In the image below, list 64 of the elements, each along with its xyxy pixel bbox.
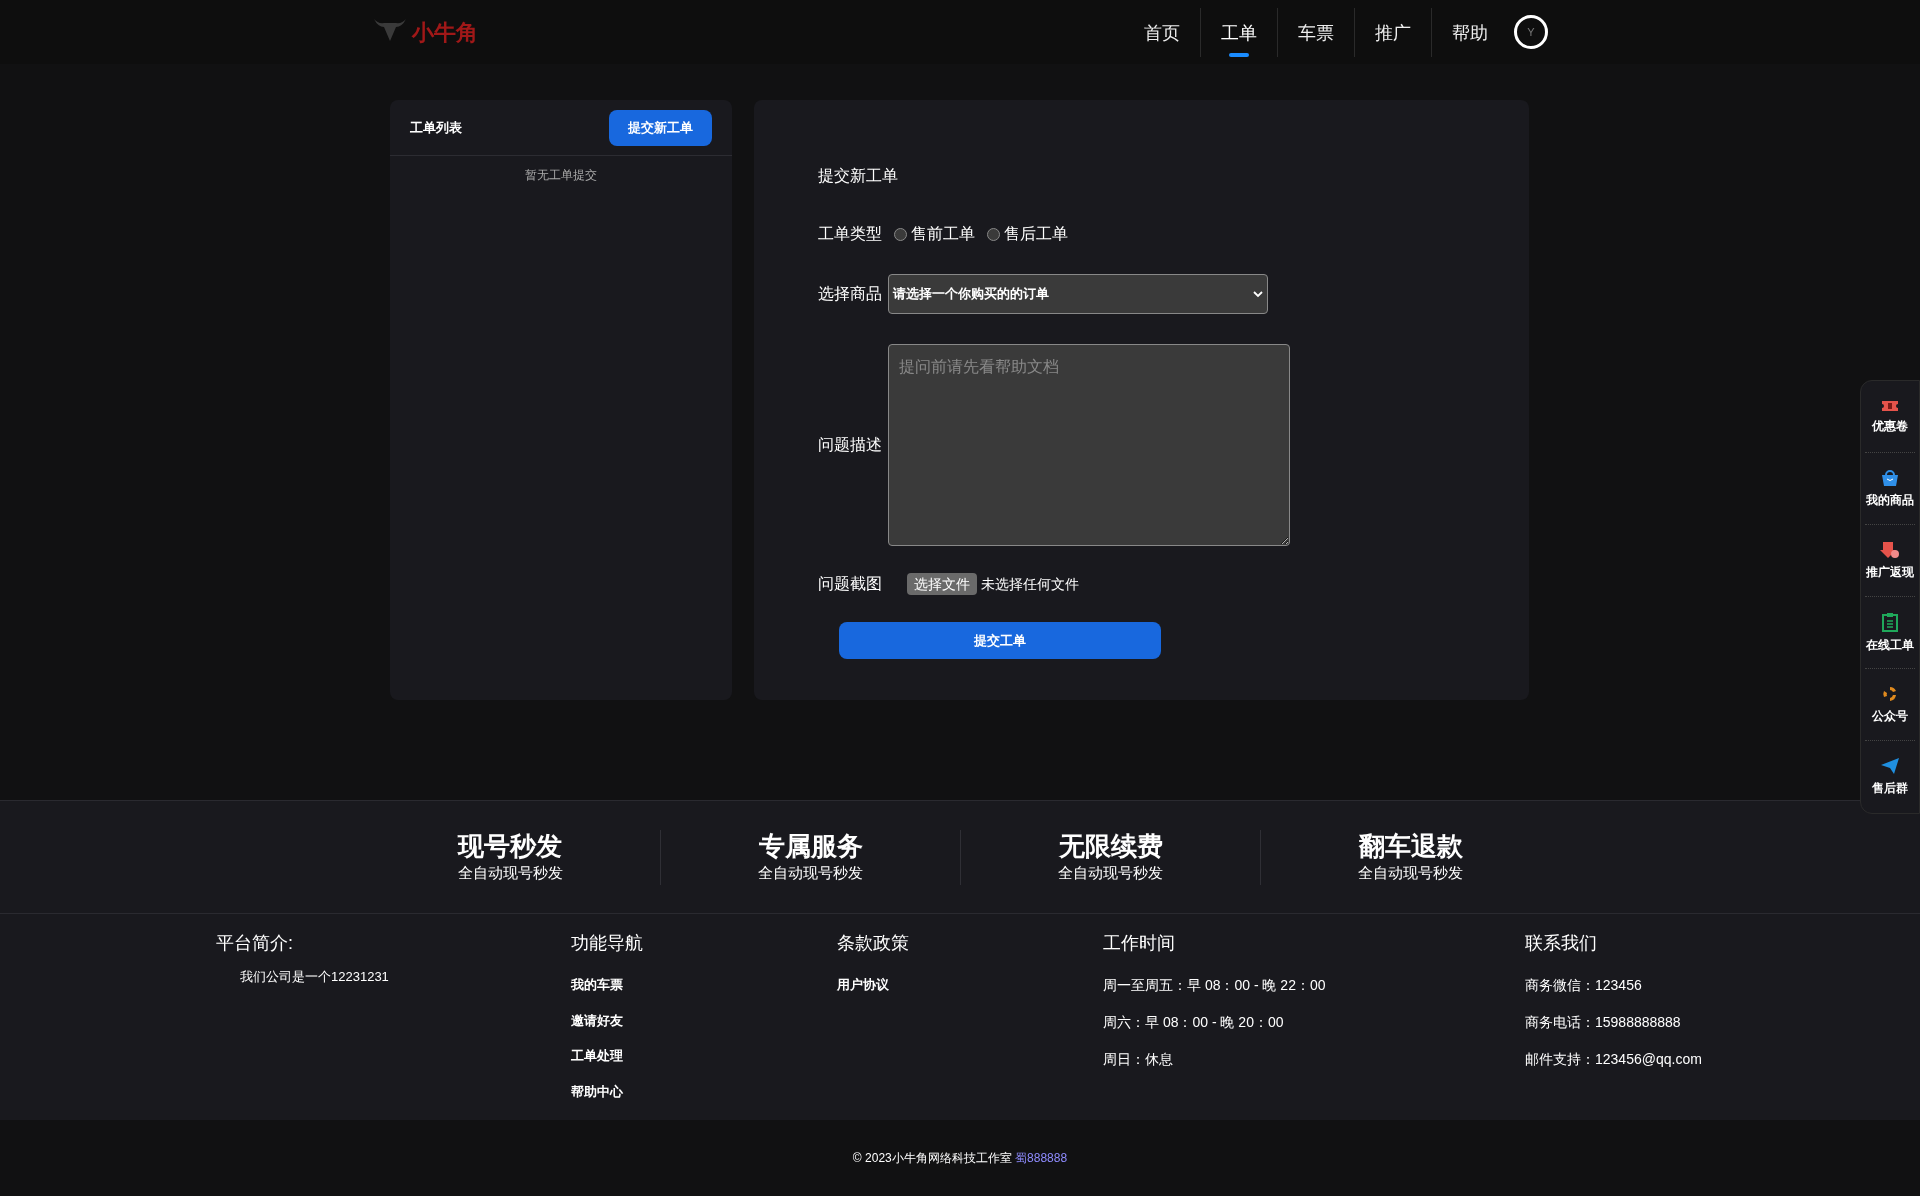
- field-label: 问题描述: [818, 435, 882, 455]
- footer-link[interactable]: 我的车票: [571, 975, 837, 995]
- footer-link[interactable]: 用户协议: [837, 975, 1103, 995]
- product-select[interactable]: 请选择一个你购买的的订单: [888, 274, 1268, 314]
- column-title: 平台简介:: [216, 932, 294, 955]
- logo-text: 小牛角: [412, 18, 478, 47]
- radio-label: 售前工单: [911, 224, 975, 244]
- swirl-icon: [1881, 684, 1899, 703]
- feature-title: 现号秒发: [458, 829, 562, 862]
- feature-title: 专属服务: [758, 829, 863, 862]
- feature-title: 翻车退款: [1358, 829, 1463, 862]
- form-title: 提交新工单: [818, 166, 899, 186]
- empty-message: 暂无工单提交: [524, 167, 598, 184]
- side-menu-item[interactable]: 推广返现: [1865, 525, 1915, 597]
- footer-link[interactable]: 邀请好友: [571, 1010, 837, 1030]
- radio-button[interactable]: [987, 227, 1000, 241]
- new-ticket-button[interactable]: 提交新工单: [609, 109, 712, 146]
- cashback-icon: [1880, 540, 1900, 559]
- feature-subtitle: 全自动现号秒发: [758, 863, 863, 883]
- contact-text: 邮件支持：123456@qq.com: [1525, 1050, 1702, 1069]
- side-menu-item[interactable]: 公众号: [1865, 669, 1915, 741]
- side-menu-item[interactable]: 在线工单: [1865, 597, 1915, 669]
- radio-label: 售后工单: [1004, 224, 1068, 244]
- field-label: 工单类型: [818, 224, 882, 244]
- basket-icon: [1880, 468, 1900, 487]
- hours-text: 周一至周五：早 08：00 - 晚 22：00: [1103, 976, 1327, 995]
- about-text: 我们公司是一个12231231: [240, 968, 390, 986]
- side-menu-item[interactable]: 我的商品: [1865, 453, 1915, 525]
- column-title: 联系我们: [1525, 932, 1598, 955]
- copyright-text: © 2023小牛角网络科技工作室 蜀888888: [852, 1150, 1068, 1167]
- contact-text: 商务电话：15988888888: [1525, 1013, 1682, 1032]
- nav-tab[interactable]: 车票: [1278, 7, 1354, 57]
- clipboard-icon: [1882, 611, 1898, 632]
- field-label: 问题截图: [818, 574, 882, 594]
- feature-subtitle: 全自动现号秒发: [1358, 863, 1463, 883]
- column-title: 功能导航: [571, 932, 644, 955]
- choose-file-button[interactable]: 选择文件: [907, 573, 977, 595]
- feature-subtitle: 全自动现号秒发: [1058, 863, 1163, 883]
- nav-tab[interactable]: 推广: [1355, 7, 1431, 57]
- file-status: 未选择任何文件: [981, 574, 1079, 594]
- footer-link[interactable]: 帮助中心: [571, 1081, 837, 1101]
- nav-tab[interactable]: 帮助: [1432, 7, 1508, 57]
- description-field[interactable]: 提问前请先看帮助文档: [888, 344, 1290, 546]
- feature-title: 无限续费: [1058, 829, 1163, 862]
- chevron-down-icon: [1253, 290, 1263, 298]
- hours-text: 周六：早 08：00 - 晚 20：00: [1103, 1013, 1285, 1032]
- side-menu-item[interactable]: 优惠卷: [1865, 381, 1915, 453]
- column-title: 工作时间: [1103, 932, 1176, 955]
- column-title: 条款政策: [837, 932, 910, 955]
- ticket-icon: [1881, 398, 1899, 413]
- footer-link[interactable]: 工单处理: [571, 1046, 837, 1066]
- nav-tab[interactable]: 工单: [1201, 7, 1277, 57]
- side-menu-item[interactable]: 售后群: [1865, 741, 1915, 813]
- contact-text: 商务微信：123456: [1525, 976, 1643, 995]
- nav-tab[interactable]: 首页: [1124, 7, 1200, 57]
- panel-title: 工单列表: [410, 118, 462, 137]
- paper-plane-icon: [1880, 757, 1900, 775]
- submit-button[interactable]: 提交工单: [839, 622, 1161, 659]
- field-label: 选择商品: [818, 284, 882, 304]
- avatar[interactable]: Y: [1514, 15, 1548, 49]
- feature-subtitle: 全自动现号秒发: [457, 863, 563, 883]
- radio-button[interactable]: [894, 227, 907, 241]
- license-link[interactable]: 蜀888888: [1015, 1151, 1068, 1165]
- hours-text: 周日：休息: [1103, 1050, 1174, 1069]
